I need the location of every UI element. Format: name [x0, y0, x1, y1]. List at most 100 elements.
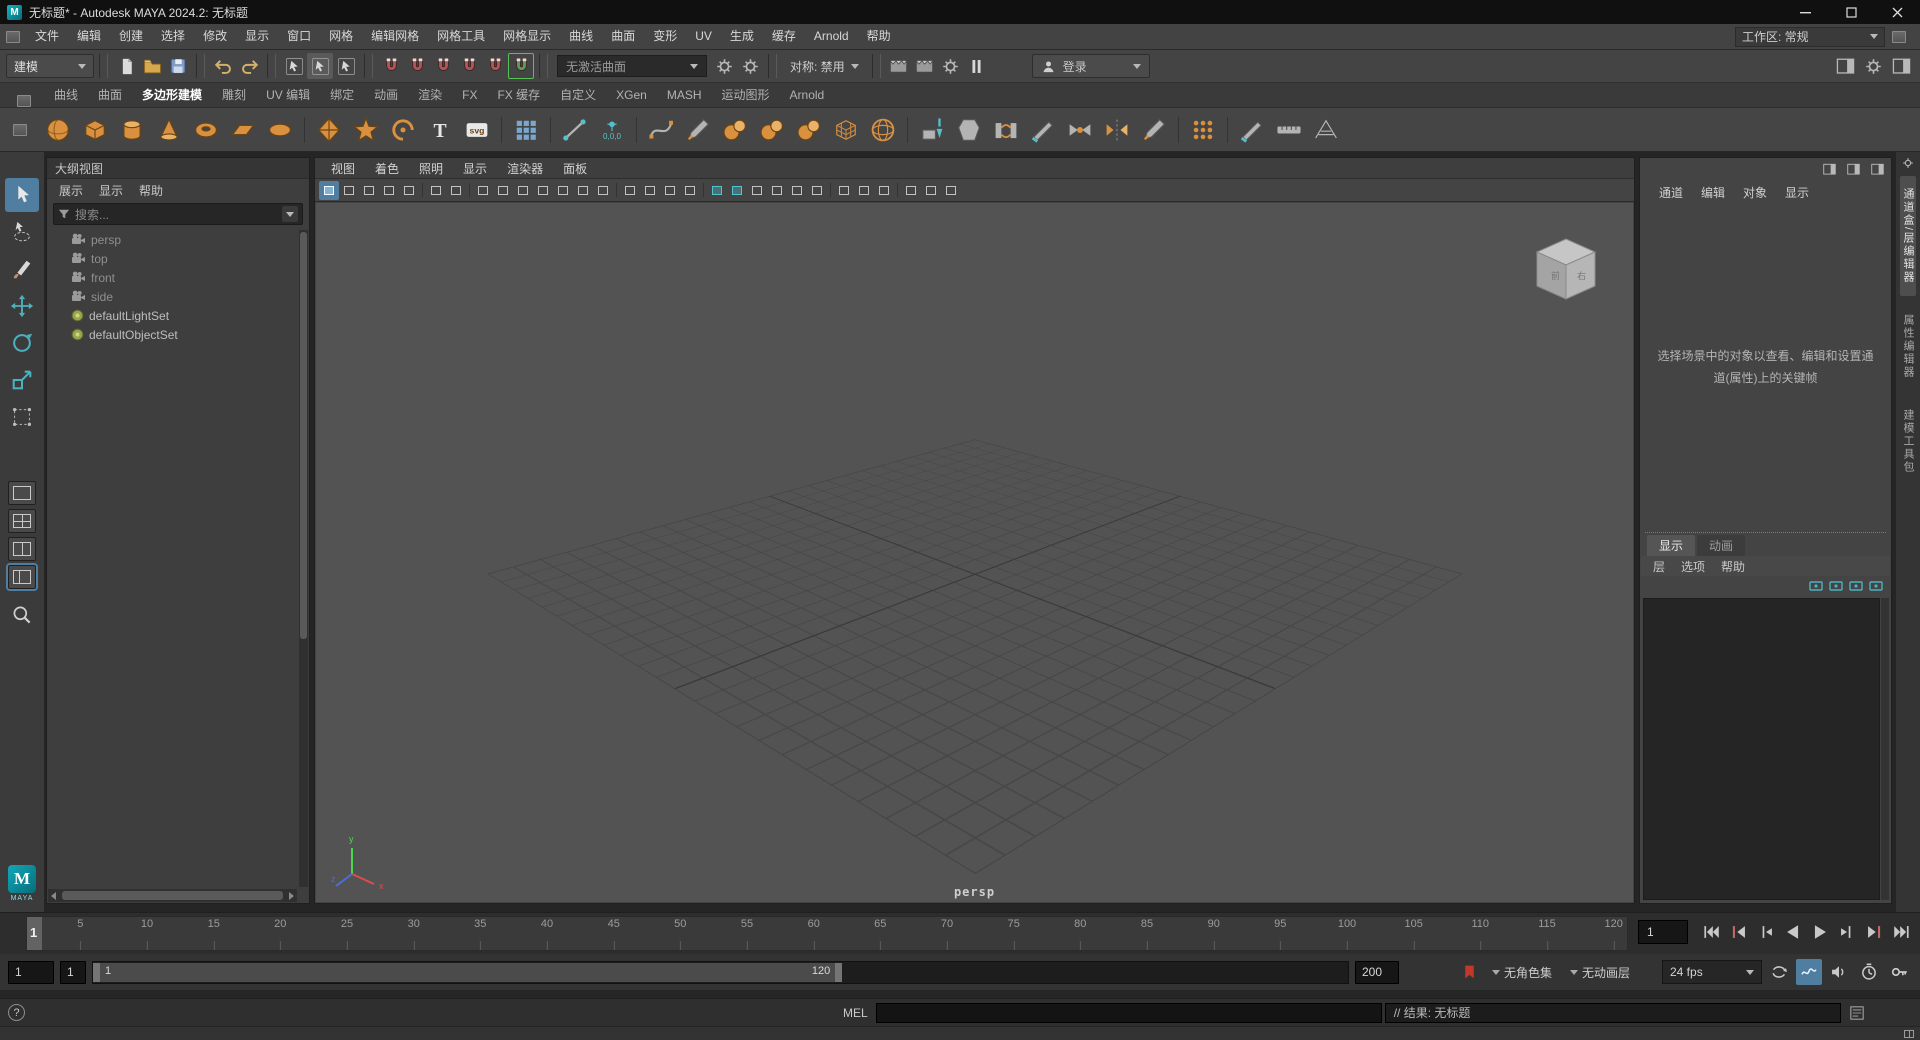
ipr-render-icon[interactable]: [912, 53, 938, 79]
playback-start-field[interactable]: 1: [60, 961, 86, 984]
current-frame-field[interactable]: 1: [1638, 920, 1688, 944]
safe-action-icon[interactable]: [573, 181, 593, 200]
viewport-renderer-icon[interactable]: [941, 181, 961, 200]
layer-options-icon[interactable]: [1867, 578, 1884, 594]
smooth-mesh-button[interactable]: [865, 111, 901, 149]
shelf-tab[interactable]: FX: [452, 83, 487, 107]
playback-range-bar[interactable]: 1 120: [93, 963, 842, 982]
multi-cut-button[interactable]: [1025, 111, 1061, 149]
snap-grid-icon[interactable]: [378, 53, 404, 79]
view-cube[interactable]: 前 右: [1527, 231, 1605, 309]
poly-torus-button[interactable]: [188, 111, 224, 149]
default-material-icon[interactable]: [660, 181, 680, 200]
xray-icon[interactable]: [854, 181, 874, 200]
svg-tool-button[interactable]: svg: [459, 111, 495, 149]
viewport-canvas[interactable]: 前 右 y x z persp: [316, 203, 1633, 902]
command-language-label[interactable]: MEL: [843, 1006, 876, 1020]
menu-item[interactable]: 网格: [320, 24, 362, 49]
menu-item[interactable]: 创建: [110, 24, 152, 49]
shelf-tab[interactable]: XGen: [606, 83, 657, 107]
render-current-frame-icon[interactable]: [886, 53, 912, 79]
search-filter-dropdown[interactable]: [282, 206, 298, 222]
menu-set-selector[interactable]: 建模: [6, 54, 94, 78]
snap-projected-center-icon[interactable]: [456, 53, 482, 79]
chevron-down-icon[interactable]: [1492, 970, 1500, 975]
image-plane-icon[interactable]: [399, 181, 419, 200]
snap-curve-icon[interactable]: [404, 53, 430, 79]
menu-item[interactable]: 曲面: [602, 24, 644, 49]
xray-active-components-icon[interactable]: [874, 181, 894, 200]
outliner-menu-item[interactable]: 帮助: [131, 182, 171, 199]
gamma-icon[interactable]: [921, 181, 941, 200]
menu-item[interactable]: 选择: [152, 24, 194, 49]
boolean-intersection-button[interactable]: [791, 111, 827, 149]
open-scene-icon[interactable]: [139, 53, 165, 79]
sign-in-button[interactable]: 登录: [1032, 54, 1150, 78]
safe-title-icon[interactable]: [593, 181, 613, 200]
render-settings-icon[interactable]: [938, 53, 964, 79]
mirror-geometry-button[interactable]: [1099, 111, 1135, 149]
layer-list-scrollbar[interactable]: [1881, 598, 1889, 900]
play-backward-button[interactable]: [1780, 919, 1806, 945]
sidebar-tab[interactable]: 属性编辑器: [1900, 302, 1916, 391]
playback-loop-icon[interactable]: [1766, 959, 1792, 985]
select-tool[interactable]: [5, 178, 39, 212]
curve-spiral-button[interactable]: [385, 111, 421, 149]
stopwatch-icon[interactable]: [1856, 959, 1882, 985]
snap-view-plane-icon[interactable]: [482, 53, 508, 79]
script-editor-icon[interactable]: [1849, 1005, 1865, 1021]
viewport-menu-item[interactable]: 照明: [409, 160, 453, 177]
boolean-difference-button[interactable]: [754, 111, 790, 149]
snap-point-icon[interactable]: [430, 53, 456, 79]
poly-plane-button[interactable]: [225, 111, 261, 149]
pencil-curve-tool-button[interactable]: [680, 111, 716, 149]
edit-mode-icon[interactable]: [1867, 159, 1887, 179]
command-input[interactable]: [876, 1003, 1382, 1023]
time-ruler[interactable]: 1 51015202530354045505560657075808590951…: [26, 916, 1628, 951]
edge-flow-button[interactable]: [1271, 111, 1307, 149]
menu-item[interactable]: 显示: [236, 24, 278, 49]
go-to-start-button[interactable]: [1699, 919, 1725, 945]
shadows-icon[interactable]: [747, 181, 767, 200]
shelf-tab[interactable]: UV 编辑: [256, 83, 320, 107]
select-object-icon[interactable]: [307, 53, 333, 79]
zoom-tool[interactable]: [5, 598, 39, 632]
shelf-tab[interactable]: 渲染: [408, 83, 452, 107]
step-back-button[interactable]: [1753, 919, 1779, 945]
outliner-vscrollbar[interactable]: [299, 230, 308, 887]
mute-icon[interactable]: [1826, 959, 1852, 985]
channel-box-menu-item[interactable]: 对象: [1734, 184, 1776, 201]
channel-box-toggle-icon[interactable]: [1888, 53, 1914, 79]
target-weld-button[interactable]: [1062, 111, 1098, 149]
rotate-tool[interactable]: [5, 326, 39, 360]
wireframe-icon[interactable]: [620, 181, 640, 200]
menu-item[interactable]: 变形: [644, 24, 686, 49]
perspective-guides-button[interactable]: [1308, 111, 1344, 149]
shelf-tab[interactable]: 雕刻: [212, 83, 256, 107]
minimize-button[interactable]: [1782, 0, 1828, 24]
2d-pan-zoom-icon[interactable]: [426, 181, 446, 200]
menu-item[interactable]: 缓存: [763, 24, 805, 49]
use-all-lights-icon[interactable]: [727, 181, 747, 200]
shelf-tab[interactable]: 曲线: [44, 83, 88, 107]
select-component-icon[interactable]: [333, 53, 359, 79]
workspace-selector[interactable]: 工作区: 常规: [1735, 27, 1914, 47]
auto-key-icon[interactable]: [1886, 959, 1912, 985]
animation-layer-selector[interactable]: 无动画层: [1582, 964, 1634, 981]
measure-distance-button[interactable]: [557, 111, 593, 149]
save-scene-icon[interactable]: [165, 53, 191, 79]
origin-locator-button[interactable]: 0,0,0: [594, 111, 630, 149]
pause-icon[interactable]: [964, 53, 990, 79]
layer-editor-tab[interactable]: 动画: [1697, 535, 1745, 556]
shelf-tabs-menu-icon[interactable]: [17, 95, 31, 107]
shelf-tab[interactable]: 动画: [364, 83, 408, 107]
menu-home-icon[interactable]: [6, 31, 20, 43]
lasso-tool[interactable]: [5, 215, 39, 249]
range-slider-track[interactable]: 1 120: [92, 961, 1349, 984]
layer-move-up-icon[interactable]: [1847, 578, 1864, 594]
film-gate-icon[interactable]: [493, 181, 513, 200]
next-key-button[interactable]: [1861, 919, 1887, 945]
motion-blur-icon[interactable]: [787, 181, 807, 200]
layer-list[interactable]: [1643, 598, 1880, 900]
extrude-button[interactable]: [914, 111, 950, 149]
